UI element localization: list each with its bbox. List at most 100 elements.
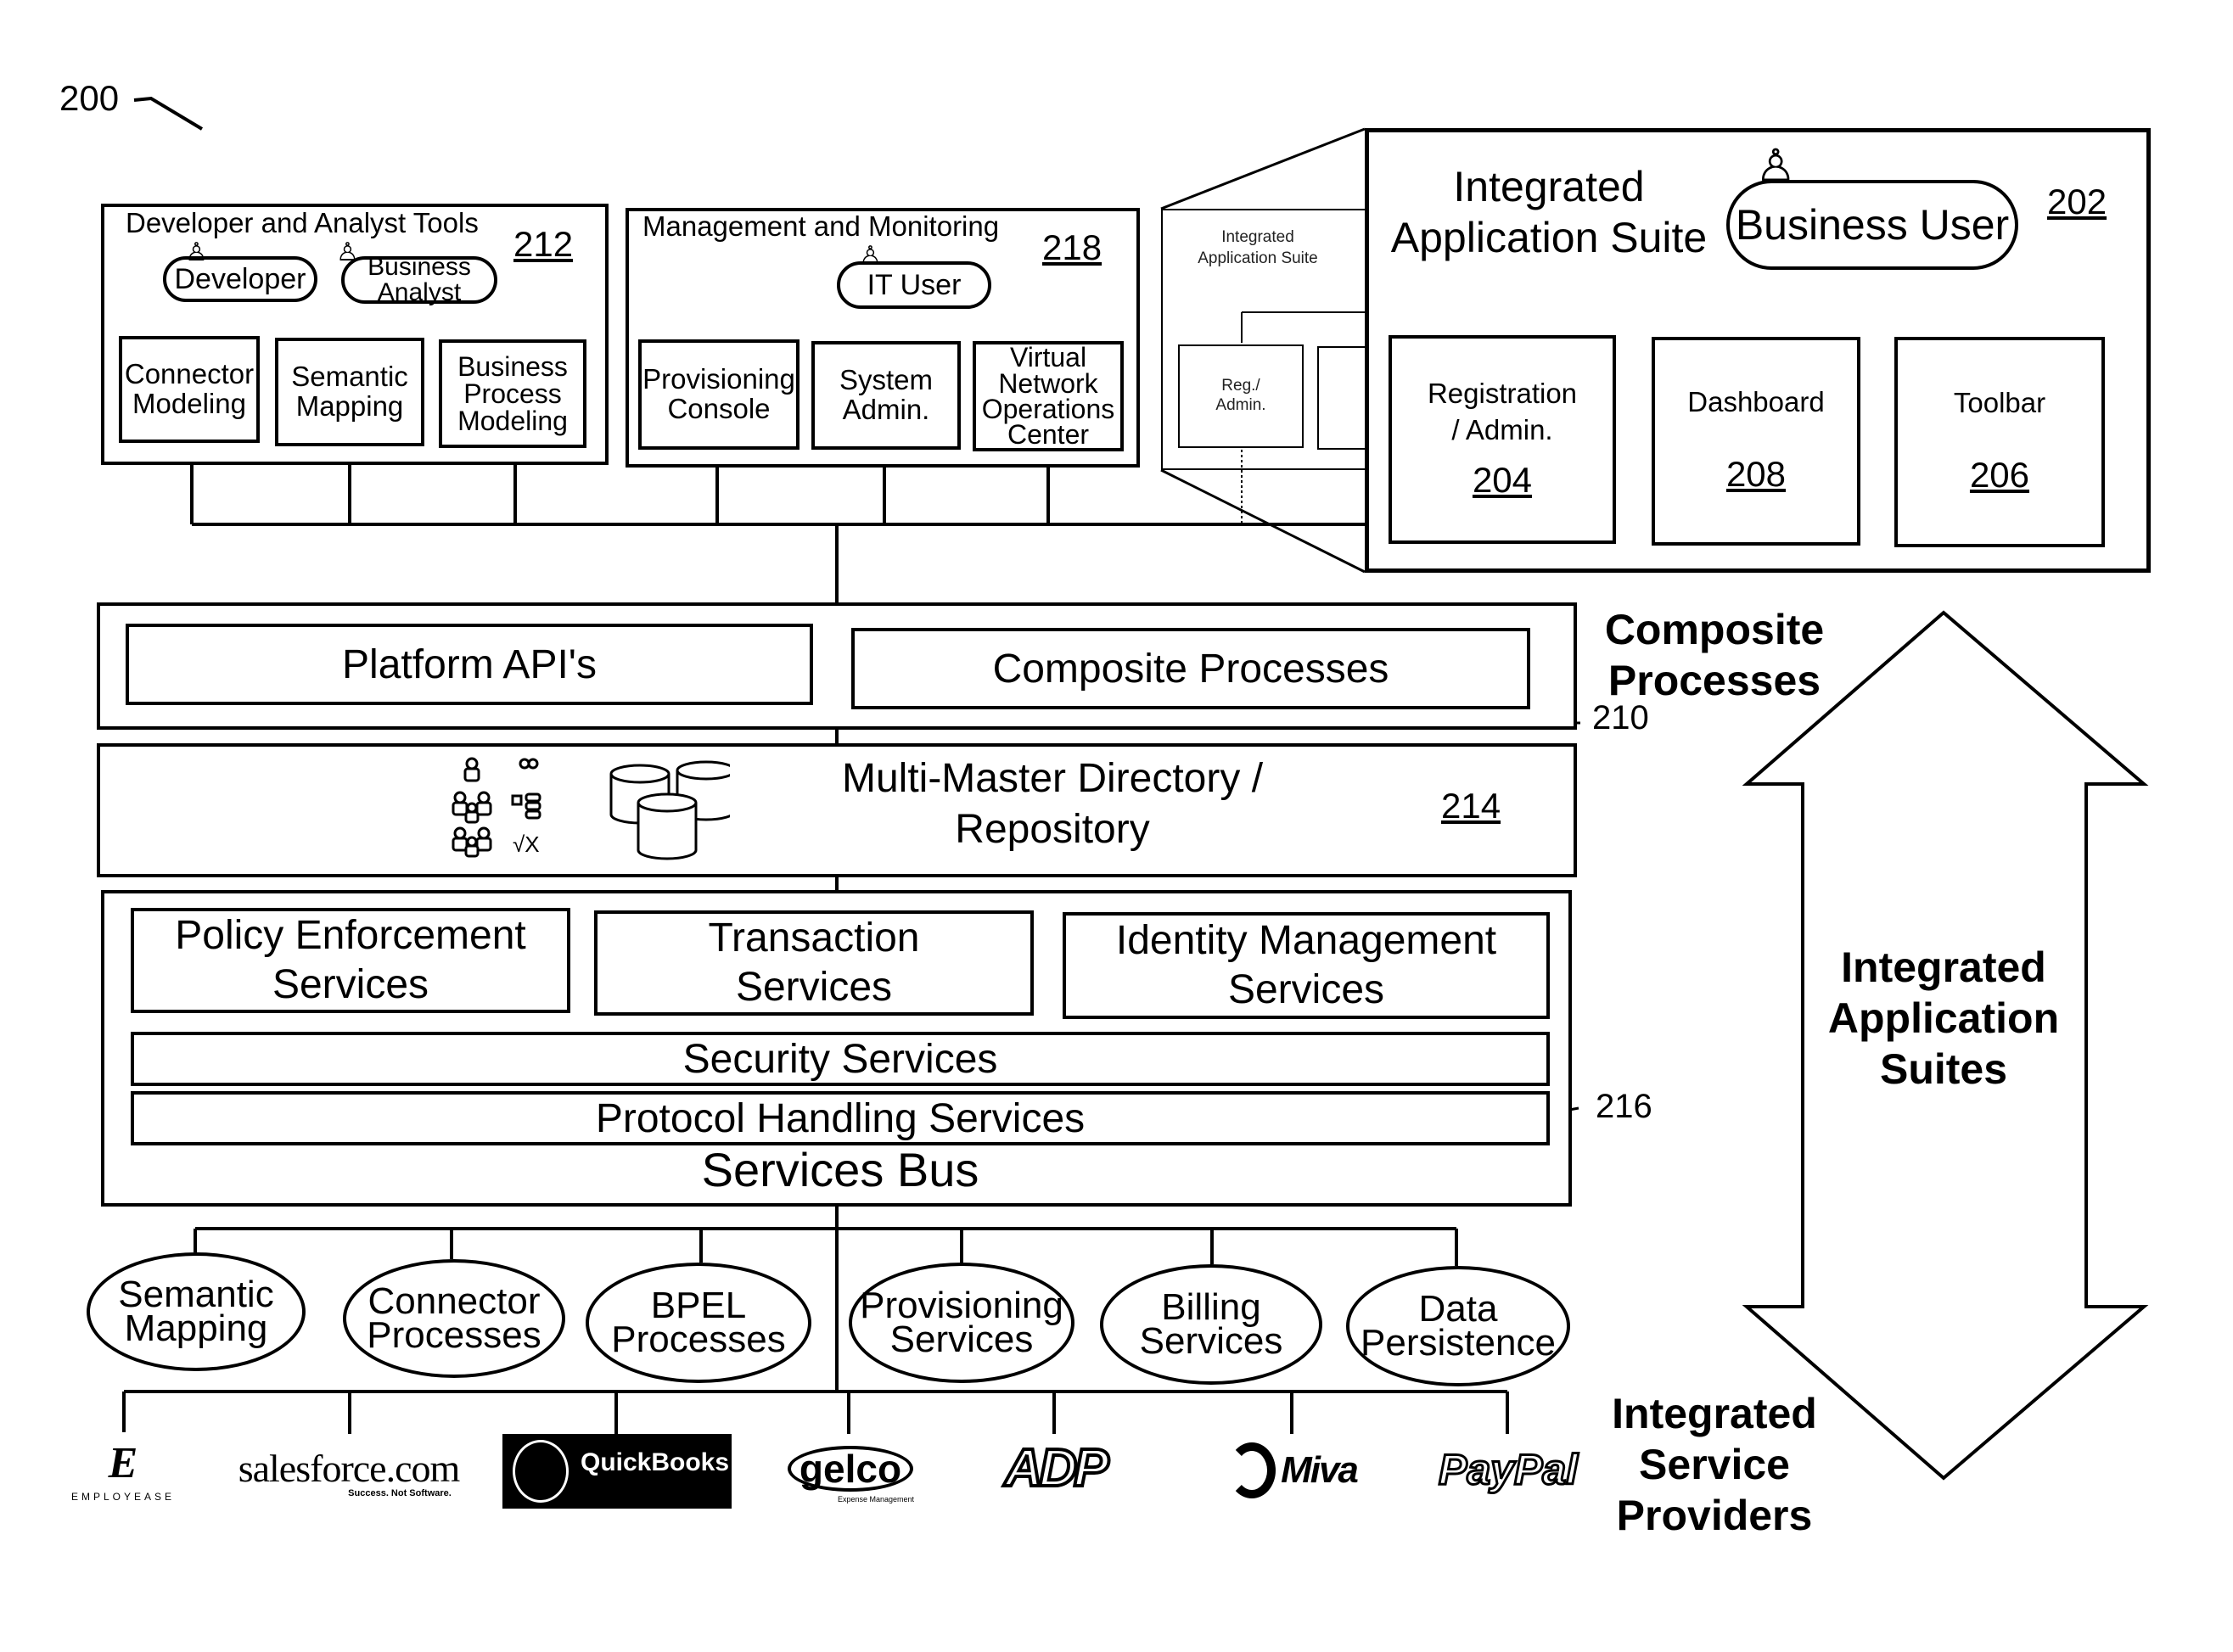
service-node-semantic-mapping[interactable]: Semantic Mapping xyxy=(87,1252,306,1371)
dashboard-module[interactable]: Dashboard 208 xyxy=(1652,337,1860,546)
module-ref: 206 xyxy=(1969,455,2030,496)
logo-employease[interactable]: E EMPLOYEASE xyxy=(51,1434,195,1510)
policy-enforcement-services[interactable]: Policy Enforcement Services xyxy=(131,908,570,1013)
tool-label-line3: Operations xyxy=(981,394,1115,424)
service-label-line1: Policy Enforcement xyxy=(175,913,526,959)
tool-label-line1: Semantic xyxy=(291,361,408,393)
it-user-label: IT User xyxy=(867,269,962,301)
integrated-application-suites-label: Integrated Application Suites xyxy=(1816,942,2071,1095)
service-node-data-persistence[interactable]: Data Persistence xyxy=(1346,1266,1570,1386)
logo-miva[interactable]: Miva xyxy=(1187,1441,1399,1500)
side-label-line1: Composite xyxy=(1604,606,1825,653)
tool-label-line4: Center xyxy=(1007,419,1090,451)
module-label-line1: Dashboard xyxy=(1687,386,1825,418)
suite-title-line2: Application Suite xyxy=(1390,214,1708,261)
semantic-mapping-tool[interactable]: Semantic Mapping xyxy=(275,338,424,446)
logo-gelco[interactable]: gelco Expense Management xyxy=(774,1434,927,1515)
business-analyst-label-line1: Business xyxy=(367,253,471,281)
database-icon xyxy=(609,760,730,860)
adp-mark: ADP xyxy=(1003,1437,1111,1499)
provisioning-console-tool[interactable]: Provisioning Console xyxy=(638,339,800,450)
platform-apis-box[interactable]: Platform API's xyxy=(126,624,813,705)
employease-mark: E xyxy=(108,1439,138,1487)
module-ref: 204 xyxy=(1472,459,1533,500)
miva-swoosh-icon xyxy=(1228,1442,1276,1498)
providers-label-line3: Providers xyxy=(1616,1492,1813,1539)
service-label-line2: Services xyxy=(735,965,893,1010)
it-user-icon: ♙ xyxy=(859,242,882,270)
hierarchy-icon xyxy=(511,792,541,820)
connector-modeling-tool[interactable]: Connector Modeling xyxy=(119,336,260,443)
composite-processes-label: Composite Processes xyxy=(992,646,1389,692)
platform-apis-label: Platform API's xyxy=(342,641,597,687)
developer-user-label: Developer xyxy=(174,263,306,295)
node-label-line1: BPEL xyxy=(650,1284,747,1326)
node-label-line1: Semantic xyxy=(118,1273,274,1315)
ghost-title-line1: Integrated xyxy=(1221,228,1294,246)
services-bus-ref: 216 xyxy=(1596,1088,1652,1125)
identity-management-services[interactable]: Identity Management Services xyxy=(1063,912,1550,1019)
repository-ref: 214 xyxy=(1441,786,1501,826)
employease-wordmark: EMPLOYEASE xyxy=(70,1491,176,1503)
repository-icons: √X xyxy=(452,757,730,860)
gelco-mark: gelco xyxy=(787,1445,914,1492)
virtual-noc-tool[interactable]: Virtual Network Operations Center xyxy=(973,341,1124,451)
integrated-service-providers-label: Integrated Service Providers xyxy=(1587,1388,1842,1541)
business-user-label: Business User xyxy=(1735,201,2010,249)
salesforce-tagline: Success. Not Software. xyxy=(348,1488,452,1498)
service-node-connector-processes[interactable]: Connector Processes xyxy=(343,1259,565,1378)
tool-label-line2: Process xyxy=(463,378,562,409)
tool-label-line2: Modeling xyxy=(132,388,246,419)
node-label-line1: Data xyxy=(1418,1287,1498,1330)
management-title: Management and Monitoring xyxy=(642,210,1000,242)
business-process-modeling-tool[interactable]: Business Process Modeling xyxy=(439,339,586,448)
security-services-label: Security Services xyxy=(682,1036,998,1082)
service-label-line2: Services xyxy=(272,962,429,1007)
service-node-bpel-processes[interactable]: BPEL Processes xyxy=(586,1263,811,1383)
link-icon xyxy=(519,758,539,770)
business-analyst-label-line2: Analyst xyxy=(377,278,462,306)
node-label-line1: Connector xyxy=(367,1280,541,1322)
check-x-icon: √X xyxy=(513,832,540,857)
repository-title-line2: Repository xyxy=(955,807,1150,852)
tool-label-line2: Network xyxy=(998,367,1098,399)
tool-label-line1: System xyxy=(839,364,934,396)
providers-label-line2: Service xyxy=(1639,1441,1790,1488)
business-analyst-user-pill[interactable]: Business Analyst xyxy=(341,253,497,306)
arrow-label-line3: Suites xyxy=(1879,1045,2008,1093)
composite-processes-box[interactable]: Composite Processes xyxy=(851,628,1530,709)
ghost-title-line2: Application Suite xyxy=(1198,249,1318,267)
node-label-line2: Persistence xyxy=(1361,1322,1556,1364)
protocol-handling-services[interactable]: Protocol Handling Services xyxy=(131,1091,1550,1145)
ghost-item-line2: Admin. xyxy=(1215,396,1266,414)
tool-label-line3: Modeling xyxy=(457,406,568,436)
business-user-pill[interactable]: Business User xyxy=(1726,180,2018,270)
service-node-billing-services[interactable]: Billing Services xyxy=(1100,1264,1322,1385)
repository-title: Multi-Master Directory / Repository xyxy=(798,753,1307,855)
developer-tools-title: Developer and Analyst Tools xyxy=(126,207,479,238)
system-admin-tool[interactable]: System Admin. xyxy=(811,341,961,450)
suite-ghost-reg-admin: Reg./ Admin. xyxy=(1178,344,1304,448)
gelco-tagline: Expense Management xyxy=(837,1494,915,1504)
quickbooks-emblem-icon xyxy=(513,1440,569,1503)
registration-admin-module[interactable]: Registration / Admin. 204 xyxy=(1389,335,1616,544)
salesforce-mark: salesforce.com xyxy=(238,1447,461,1490)
logo-quickbooks[interactable]: QuickBooks xyxy=(502,1434,732,1509)
transaction-services[interactable]: Transaction Services xyxy=(594,910,1034,1016)
business-analyst-user-icon: ♙ xyxy=(336,238,359,266)
services-bus-title: Services Bus xyxy=(701,1142,979,1196)
suite-title-line1: Integrated xyxy=(1453,163,1645,210)
service-label-line1: Transaction xyxy=(708,916,920,961)
service-node-provisioning-services[interactable]: Provisioning Services xyxy=(849,1263,1074,1383)
service-label-line1: Identity Management xyxy=(1115,918,1497,964)
tool-label-line1: Provisioning xyxy=(642,363,795,395)
toolbar-module[interactable]: Toolbar 206 xyxy=(1894,337,2105,547)
tool-label-line1: Virtual xyxy=(1009,342,1087,373)
node-label-line2: Services xyxy=(889,1319,1034,1360)
logo-paypal[interactable]: PayPal xyxy=(1428,1437,1589,1502)
logo-adp[interactable]: ADP xyxy=(991,1434,1119,1502)
logo-salesforce[interactable]: salesforce.com Success. Not Software. xyxy=(209,1436,489,1512)
node-label-line2: Mapping xyxy=(124,1308,268,1349)
security-services[interactable]: Security Services xyxy=(131,1032,1550,1086)
tool-label-line2: Admin. xyxy=(842,394,930,425)
